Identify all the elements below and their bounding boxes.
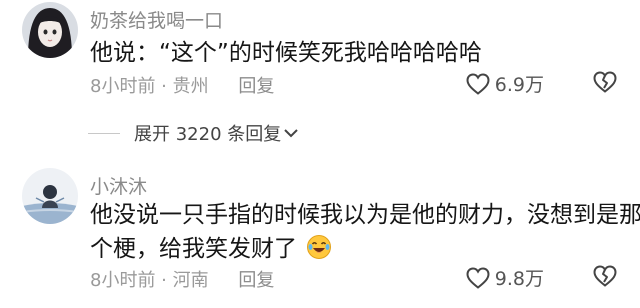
comment-meta: 8小时前 · 河南 回复 bbox=[90, 270, 275, 291]
comment-location: 河南 bbox=[172, 270, 209, 291]
comment-line: 他说：“这个”的时候笑死我哈哈哈哈哈 bbox=[90, 40, 482, 66]
broken-heart-icon bbox=[593, 265, 617, 287]
dislike-button[interactable] bbox=[592, 264, 618, 292]
expand-replies-button[interactable]: 展开 3220 条回复 bbox=[88, 120, 299, 146]
comment-line: 个梗，给我笑发财了 bbox=[90, 236, 297, 262]
comment-text: 他说：“这个”的时候笑死我哈哈哈哈哈 bbox=[90, 36, 482, 70]
broken-heart-icon bbox=[593, 71, 617, 93]
divider-line bbox=[88, 132, 120, 134]
dislike-button[interactable] bbox=[592, 70, 618, 98]
username[interactable]: 奶茶给我喝一口 bbox=[90, 6, 223, 33]
username[interactable]: 小沐沐 bbox=[90, 172, 147, 199]
avatar[interactable] bbox=[22, 168, 78, 224]
reply-button[interactable]: 回复 bbox=[238, 76, 274, 97]
comment-location: 贵州 bbox=[172, 76, 209, 97]
comment-meta: 8小时前 · 贵州 回复 bbox=[90, 76, 275, 97]
avatar[interactable] bbox=[22, 2, 78, 58]
comment-time: 8小时前 bbox=[90, 76, 156, 97]
like-count: 6.9万 bbox=[494, 74, 544, 96]
heart-outline-icon bbox=[466, 266, 490, 289]
crying-laughing-emoji-icon bbox=[306, 234, 332, 270]
comment-time: 8小时前 bbox=[90, 270, 156, 291]
heart-outline-icon bbox=[466, 72, 490, 95]
expand-replies-label: 展开 3220 条回复 bbox=[134, 124, 282, 145]
like-button[interactable]: 6.9万 bbox=[465, 70, 544, 97]
like-button[interactable]: 9.8万 bbox=[465, 264, 544, 291]
comment-line-wrap: 个梗，给我笑发财了 bbox=[90, 232, 640, 270]
comment-text: 他没说一只手指的时候我以为是他的财力，没想到是那 个梗，给我笑发财了 bbox=[90, 198, 640, 270]
comment-thread: 奶茶给我喝一口 他说：“这个”的时候笑死我哈哈哈哈哈 8小时前 · 贵州 回复 … bbox=[0, 0, 640, 308]
comment-line: 他没说一只手指的时候我以为是他的财力，没想到是那 bbox=[90, 202, 640, 228]
reply-button[interactable]: 回复 bbox=[238, 270, 274, 291]
chevron-down-icon bbox=[284, 129, 298, 138]
like-count: 9.8万 bbox=[494, 268, 544, 290]
